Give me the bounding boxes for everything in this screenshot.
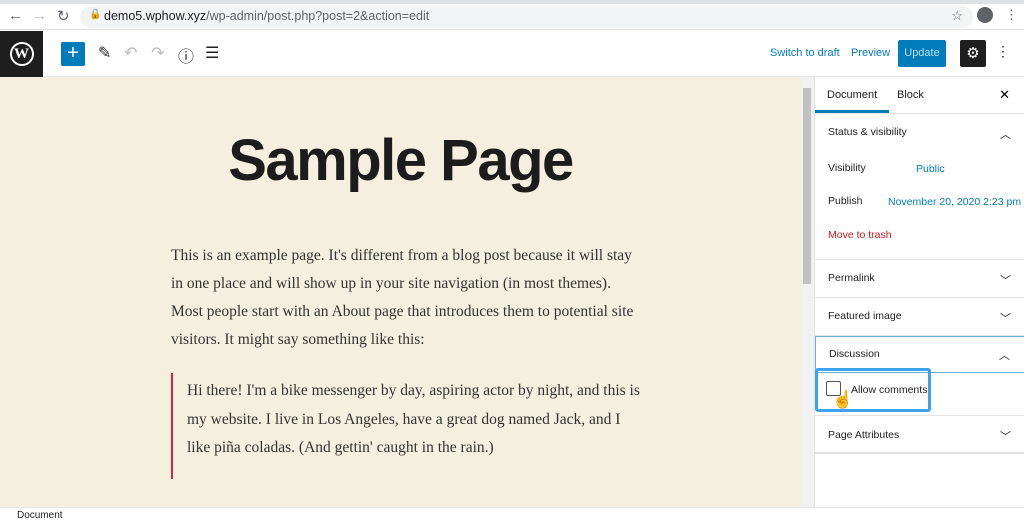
redo-icon[interactable]: ↷ bbox=[151, 43, 164, 63]
status-visibility-panel: Status & visibility ︿ Visibility Public … bbox=[815, 113, 1024, 260]
close-icon[interactable]: ✕ bbox=[999, 87, 1010, 103]
page-title[interactable]: Sample Page bbox=[0, 127, 801, 194]
publish-date[interactable]: November 20, 2020 2:23 pm bbox=[888, 196, 1021, 208]
settings-sidebar: Document Block ✕ Status & visibility ︿ V… bbox=[814, 77, 1024, 507]
tab-block[interactable]: Block bbox=[885, 77, 936, 113]
quote-block[interactable]: Hi there! I'm a bike messenger by day, a… bbox=[171, 373, 641, 479]
update-button[interactable]: Update bbox=[898, 40, 946, 67]
chevron-down-icon[interactable]: ﹀ bbox=[1000, 428, 1011, 444]
edit-tools-icon[interactable]: ✎ bbox=[98, 43, 111, 63]
forward-icon[interactable]: → bbox=[32, 7, 47, 24]
permalink-header[interactable]: Permalink bbox=[815, 260, 1024, 297]
scrollbar-thumb[interactable] bbox=[803, 88, 811, 284]
hand-cursor-icon: ☝ bbox=[832, 390, 854, 409]
permalink-panel[interactable]: Permalink ﹀ bbox=[815, 260, 1024, 298]
chevron-up-icon[interactable]: ︿ bbox=[999, 347, 1010, 363]
tab-document[interactable]: Document bbox=[815, 77, 890, 113]
url-path: /wp-admin/post.php?post=2&action=edit bbox=[206, 9, 430, 23]
add-block-button[interactable]: + bbox=[61, 42, 85, 66]
address-bar[interactable]: 🔒 demo5.wphow.xyz/wp-admin/post.php?post… bbox=[80, 6, 973, 28]
editor-toolbar: W + ✎ ↶ ↷ ⓘ ☰ Switch to draft Preview Up… bbox=[0, 31, 1024, 77]
block-breadcrumb[interactable]: Document bbox=[0, 507, 1024, 521]
info-icon[interactable]: ⓘ bbox=[178, 43, 194, 67]
block-navigation-icon[interactable]: ☰ bbox=[205, 43, 219, 63]
status-visibility-header[interactable]: Status & visibility bbox=[815, 114, 1024, 151]
switch-to-draft-button[interactable]: Switch to draft bbox=[770, 47, 840, 59]
browser-menu-icon[interactable]: ⋮ bbox=[1005, 7, 1018, 23]
wordpress-logo-icon[interactable]: W bbox=[0, 31, 43, 77]
featured-image-panel[interactable]: Featured image ﹀ bbox=[815, 298, 1024, 336]
page-attributes-header[interactable]: Page Attributes bbox=[815, 416, 1024, 454]
settings-gear-icon[interactable]: ⚙ bbox=[960, 40, 986, 67]
back-icon[interactable]: ← bbox=[8, 7, 23, 24]
preview-button[interactable]: Preview bbox=[851, 47, 890, 59]
featured-image-header[interactable]: Featured image bbox=[815, 298, 1024, 335]
visibility-value[interactable]: Public bbox=[916, 163, 945, 175]
chevron-up-icon[interactable]: ︿ bbox=[1000, 126, 1011, 142]
move-to-trash-link[interactable]: Move to trash bbox=[828, 229, 892, 241]
page-attributes-panel[interactable]: Page Attributes ﹀ bbox=[815, 415, 1024, 454]
lock-icon: 🔒 bbox=[89, 9, 102, 20]
publish-label: Publish bbox=[828, 195, 863, 207]
profile-icon[interactable] bbox=[977, 7, 993, 23]
visibility-label: Visibility bbox=[828, 162, 866, 174]
browser-toolbar: ← → ↻ 🔒 demo5.wphow.xyz/wp-admin/post.ph… bbox=[0, 4, 1024, 30]
star-icon[interactable]: ☆ bbox=[951, 8, 963, 24]
more-options-icon[interactable]: ⋮ bbox=[996, 43, 1010, 60]
undo-icon[interactable]: ↶ bbox=[124, 43, 137, 63]
discussion-title: Discussion bbox=[829, 348, 880, 360]
chevron-down-icon[interactable]: ﹀ bbox=[1000, 310, 1011, 326]
reload-icon[interactable]: ↻ bbox=[57, 7, 70, 25]
editor-canvas: Sample Page This is an example page. It'… bbox=[0, 77, 801, 507]
chevron-down-icon[interactable]: ﹀ bbox=[1000, 272, 1011, 288]
url-host: demo5.wphow.xyz bbox=[104, 9, 207, 23]
paragraph-block[interactable]: This is an example page. It's different … bbox=[171, 242, 641, 354]
